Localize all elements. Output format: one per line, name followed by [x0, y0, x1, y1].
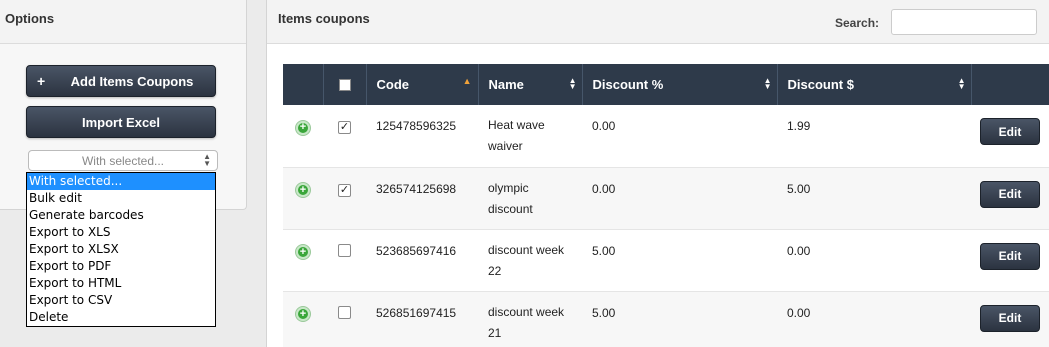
row-checkbox[interactable]: [338, 243, 351, 257]
cell-code: 125478596325: [376, 119, 457, 133]
cell-name: discount week 21: [478, 291, 582, 347]
items-coupons-panel: Items coupons Search: Code ▲ Name ▲▼ Di: [266, 0, 1049, 347]
dropdown-option[interactable]: Delete: [27, 309, 215, 326]
cell-name-line: discount week: [488, 304, 565, 319]
coupons-table: Code ▲ Name ▲ ▼ Discount % ▲ ▼ Discount $ …: [283, 64, 1049, 347]
import-excel-label: Import Excel: [81, 114, 161, 130]
cell-code: 523685697416: [376, 243, 457, 258]
cell-name: discount week 22: [478, 229, 582, 291]
table-row: + ✓ 125478596325 Heat wave waiver 0.00 1.…: [283, 105, 1049, 167]
cell-discount-percent: 0.00: [592, 181, 616, 196]
with-selected-dropdown[interactable]: With selected... Bulk edit Generate barc…: [26, 172, 216, 327]
plus-circle-icon[interactable]: +: [296, 245, 310, 259]
select-all-checkbox[interactable]: [338, 78, 351, 91]
sort-arrows-icon: ▲ ▼: [957, 76, 966, 91]
search-input[interactable]: [891, 9, 1037, 35]
cell-name: Heat wave waiver: [478, 105, 582, 167]
header-discount-dollar-label: Discount $: [787, 77, 854, 92]
cell-name-line: olympic: [488, 180, 529, 195]
dropdown-option[interactable]: Export to XLSX: [27, 241, 215, 258]
cell-name: olympic discount: [478, 167, 582, 229]
sort-arrows-icon: ▲ ▼: [763, 76, 772, 91]
search-label: Search:: [835, 16, 880, 30]
dropdown-option[interactable]: Generate barcodes: [27, 207, 215, 224]
cell-name-line: Heat wave: [488, 118, 545, 132]
page-title: Items coupons: [278, 11, 370, 26]
add-items-coupons-label: Add Items Coupons: [70, 73, 194, 89]
cell-name-line: 22: [488, 263, 502, 278]
edit-button[interactable]: Edit: [980, 242, 1040, 270]
cell-discount-dollar: 0.00: [787, 305, 811, 320]
edit-button[interactable]: Edit: [980, 180, 1040, 208]
cell-name-line: discount: [488, 201, 533, 216]
dropdown-option[interactable]: Export to CSV: [27, 292, 215, 309]
header-actions: [971, 64, 1049, 105]
table-header-row: Code ▲ Name ▲ ▼ Discount % ▲ ▼ Discount $ …: [283, 64, 1049, 105]
cell-discount-dollar: 1.99: [787, 119, 811, 133]
sort-ascending-icon: ▲: [462, 76, 472, 86]
cell-discount-percent: 0.00: [592, 119, 616, 133]
dropdown-option[interactable]: Bulk edit: [27, 190, 215, 207]
header-code[interactable]: Code ▲: [366, 64, 479, 105]
with-selected-select[interactable]: With selected... ▲ ▼: [28, 150, 218, 171]
import-excel-button[interactable]: Import Excel: [26, 106, 216, 138]
table-row: + ✓ 326574125698 olympic discount 0.00 5.…: [283, 167, 1049, 229]
table-row: + 526851697415 discount week 21 5.00 0.00…: [283, 291, 1049, 347]
plus-circle-icon[interactable]: +: [296, 120, 310, 135]
header-discount-percent[interactable]: Discount % ▲ ▼: [582, 64, 778, 105]
header-name[interactable]: Name ▲ ▼: [478, 64, 583, 105]
row-checkbox[interactable]: ✓: [338, 183, 351, 197]
edit-button[interactable]: Edit: [980, 304, 1040, 332]
cell-name-line: discount week: [488, 242, 565, 257]
row-checkbox[interactable]: ✓: [338, 121, 351, 134]
dropdown-option[interactable]: Export to XLS: [27, 224, 215, 241]
dropdown-option[interactable]: With selected...: [27, 173, 215, 190]
dropdown-option[interactable]: Export to PDF: [27, 258, 215, 275]
cell-name-line: waiver: [488, 139, 523, 153]
add-items-coupons-button[interactable]: + Add Items Coupons: [26, 65, 216, 97]
cell-discount-dollar: 5.00: [787, 181, 811, 196]
dropdown-option[interactable]: Export to HTML: [27, 275, 215, 292]
header-discount-percent-label: Discount %: [592, 77, 664, 92]
cell-discount-dollar: 0.00: [787, 243, 811, 258]
header-code-label: Code: [376, 77, 410, 92]
row-checkbox[interactable]: [338, 305, 351, 319]
header-discount-dollar[interactable]: Discount $ ▲ ▼: [777, 64, 972, 105]
options-title: Options: [5, 11, 55, 26]
plus-icon: +: [37, 73, 46, 89]
cell-discount-percent: 5.00: [592, 305, 616, 320]
select-arrows-icon: ▲ ▼: [203, 152, 211, 168]
with-selected-value: With selected...: [81, 153, 165, 168]
options-header: Options: [0, 0, 246, 44]
header-expand: [283, 64, 324, 105]
header-name-label: Name: [488, 77, 524, 92]
header-select-all: [323, 64, 367, 105]
table-row: + 523685697416 discount week 22 5.00 0.00…: [283, 229, 1049, 291]
sort-arrows-icon: ▲ ▼: [568, 76, 577, 91]
plus-circle-icon[interactable]: +: [296, 307, 310, 321]
cell-code: 326574125698: [376, 181, 457, 196]
cell-code: 526851697415: [376, 305, 457, 320]
items-coupons-header: Items coupons Search:: [267, 0, 1049, 44]
cell-discount-percent: 5.00: [592, 243, 616, 258]
edit-button[interactable]: Edit: [980, 118, 1040, 145]
cell-name-line: 21: [488, 325, 502, 340]
plus-circle-icon[interactable]: +: [296, 183, 310, 197]
